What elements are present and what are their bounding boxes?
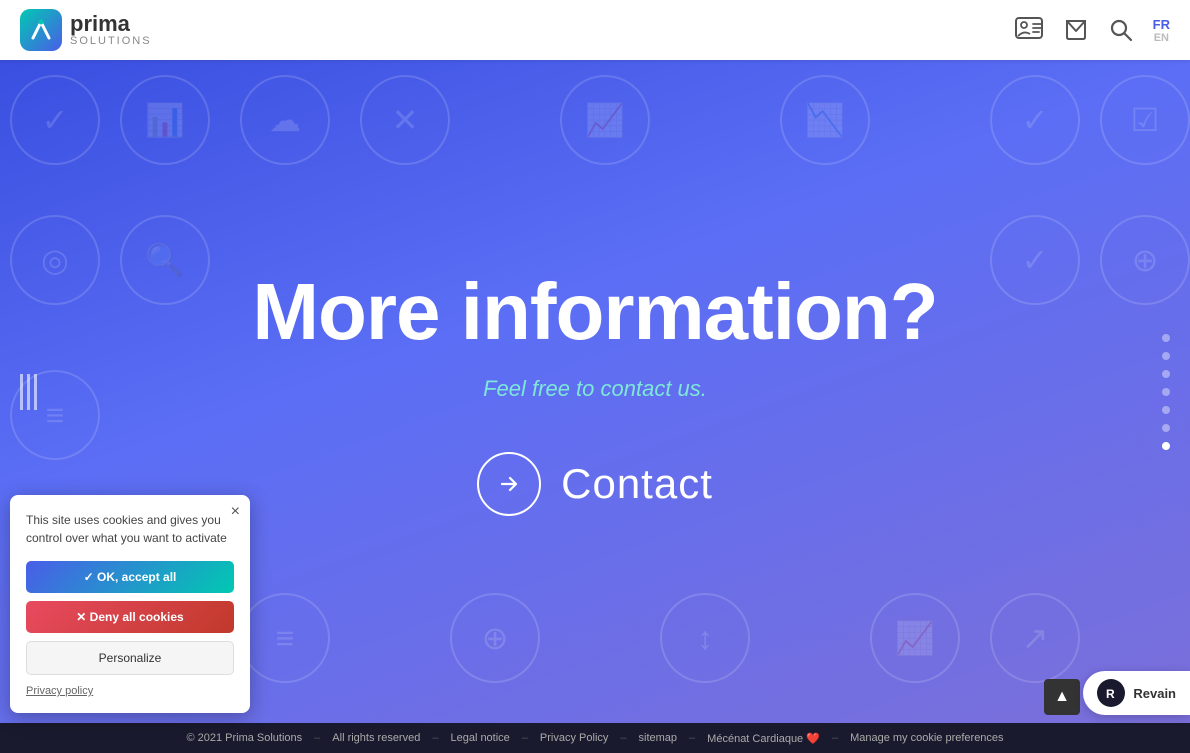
inactive-lang: EN <box>1154 32 1169 44</box>
header: prima solutions <box>0 0 1190 60</box>
bg-icon-18: 📈 <box>870 593 960 683</box>
footer-rights: All rights reserved <box>332 732 420 744</box>
vert-line-2 <box>27 374 30 410</box>
hero-subtitle: Feel free to contact us. <box>252 376 937 402</box>
sep4: – <box>620 732 626 744</box>
logo-text: prima solutions <box>70 13 152 47</box>
sep1: – <box>314 732 320 744</box>
dot-5[interactable] <box>1162 406 1170 414</box>
header-icons: FR EN <box>1015 17 1170 44</box>
cookie-banner: × This site uses cookies and gives you c… <box>10 495 250 713</box>
revain-widget[interactable]: R Revain <box>1083 671 1190 715</box>
bg-icon-2: 📊 <box>120 75 210 165</box>
dot-2[interactable] <box>1162 352 1170 360</box>
contact-label: Contact <box>561 460 713 508</box>
hero-title: More information? <box>252 268 937 356</box>
language-switcher[interactable]: FR EN <box>1153 17 1170 44</box>
dot-6[interactable] <box>1162 424 1170 432</box>
scroll-top-icon: ▲ <box>1054 688 1070 706</box>
logo-icon <box>20 9 62 51</box>
footer-cookies-link[interactable]: Manage my cookie preferences <box>850 732 1003 744</box>
bg-icon-4: ✕ <box>360 75 450 165</box>
active-lang: FR <box>1153 17 1170 32</box>
bg-icon-12: ⊕ <box>1100 215 1190 305</box>
cookie-accept-button[interactable]: ✓ OK, accept all <box>26 561 234 593</box>
bg-icon-16: ⊕ <box>450 593 540 683</box>
dots-nav <box>1162 334 1170 450</box>
bg-icon-9: ◎ <box>10 215 100 305</box>
scroll-top-button[interactable]: ▲ <box>1044 679 1080 715</box>
contact-circle-icon <box>477 452 541 516</box>
cookie-privacy-link[interactable]: Privacy policy <box>26 685 93 697</box>
messages-button[interactable] <box>1063 17 1089 43</box>
sep2: – <box>432 732 438 744</box>
bg-icon-1: ✓ <box>10 75 100 165</box>
dot-4[interactable] <box>1162 388 1170 396</box>
contact-button[interactable]: Contact <box>477 452 713 516</box>
footer-privacy-link[interactable]: Privacy Policy <box>540 732 608 744</box>
logo-brand: prima <box>70 13 152 35</box>
bg-icon-19: ↗ <box>990 593 1080 683</box>
dot-1[interactable] <box>1162 334 1170 342</box>
logo-sub: solutions <box>70 35 152 47</box>
footer: © 2021 Prima Solutions – All rights rese… <box>0 723 1190 753</box>
cookie-text: This site uses cookies and gives you con… <box>26 511 234 547</box>
vert-line-3 <box>34 374 37 410</box>
cookie-deny-button[interactable]: ✕ Deny all cookies <box>26 601 234 633</box>
cookie-close-button[interactable]: × <box>231 503 240 521</box>
dot-3[interactable] <box>1162 370 1170 378</box>
sep6: – <box>832 732 838 744</box>
sep5: – <box>689 732 695 744</box>
bg-icon-17: ↕ <box>660 593 750 683</box>
hero-content: More information? Feel free to contact u… <box>212 268 977 516</box>
bg-icon-5: 📈 <box>560 75 650 165</box>
cookie-personalize-button[interactable]: Personalize <box>26 641 234 675</box>
bg-icon-15: ≡ <box>240 593 330 683</box>
logo[interactable]: prima solutions <box>20 9 152 51</box>
bg-icon-10: 🔍 <box>120 215 210 305</box>
vert-line-1 <box>20 374 23 410</box>
bg-icon-11: ✓ <box>990 215 1080 305</box>
footer-legal-link[interactable]: Legal notice <box>450 732 509 744</box>
search-button[interactable] <box>1109 18 1133 42</box>
dot-7[interactable] <box>1162 442 1170 450</box>
left-lines <box>20 374 37 410</box>
sep3: – <box>522 732 528 744</box>
footer-mecenat-link[interactable]: Mécénat Cardiaque ❤️ <box>707 732 820 745</box>
bg-icon-8: ☑ <box>1100 75 1190 165</box>
revain-logo: R <box>1097 679 1125 707</box>
footer-copyright: © 2021 Prima Solutions <box>186 732 302 744</box>
svg-text:R: R <box>1106 687 1115 701</box>
bg-icon-3: ☁ <box>240 75 330 165</box>
bg-icon-7: ✓ <box>990 75 1080 165</box>
bg-icon-6: 📉 <box>780 75 870 165</box>
profile-button[interactable] <box>1015 17 1043 43</box>
footer-sitemap-link[interactable]: sitemap <box>639 732 678 744</box>
revain-text: Revain <box>1133 686 1176 701</box>
